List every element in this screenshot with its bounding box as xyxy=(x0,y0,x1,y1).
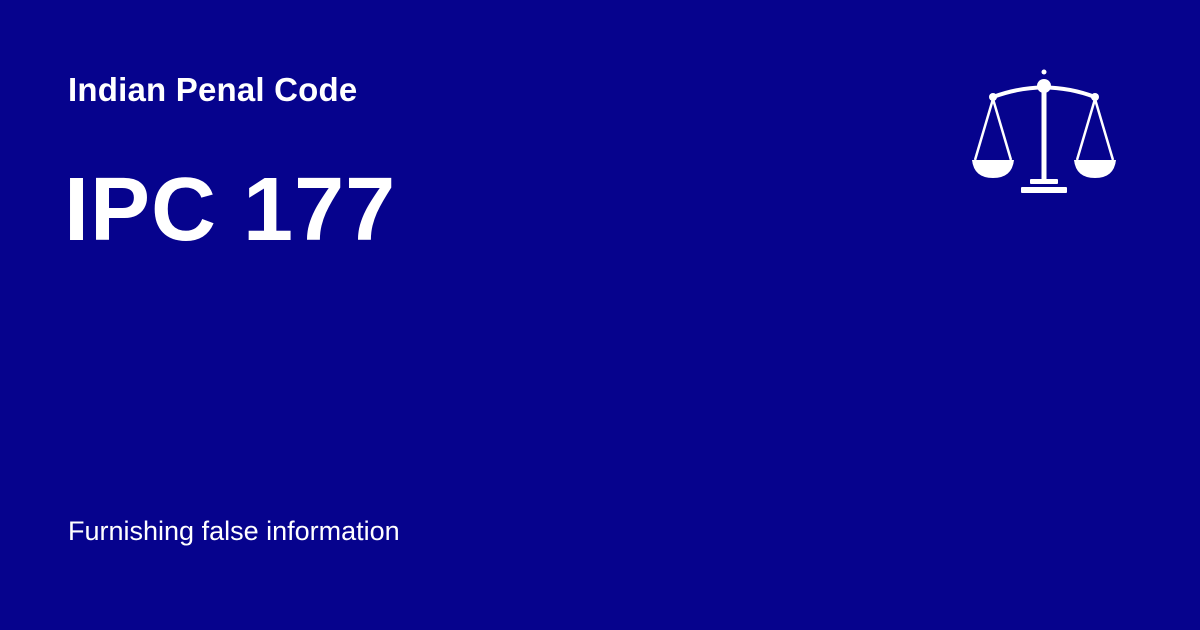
scales-of-justice-icon xyxy=(972,69,1116,193)
share-card: Indian Penal Code IPC 177 Furnishing fal… xyxy=(0,0,1200,630)
code-name: Indian Penal Code xyxy=(68,71,358,108)
section-description: Furnishing false information xyxy=(68,516,400,546)
section-title: IPC 177 xyxy=(64,160,397,260)
